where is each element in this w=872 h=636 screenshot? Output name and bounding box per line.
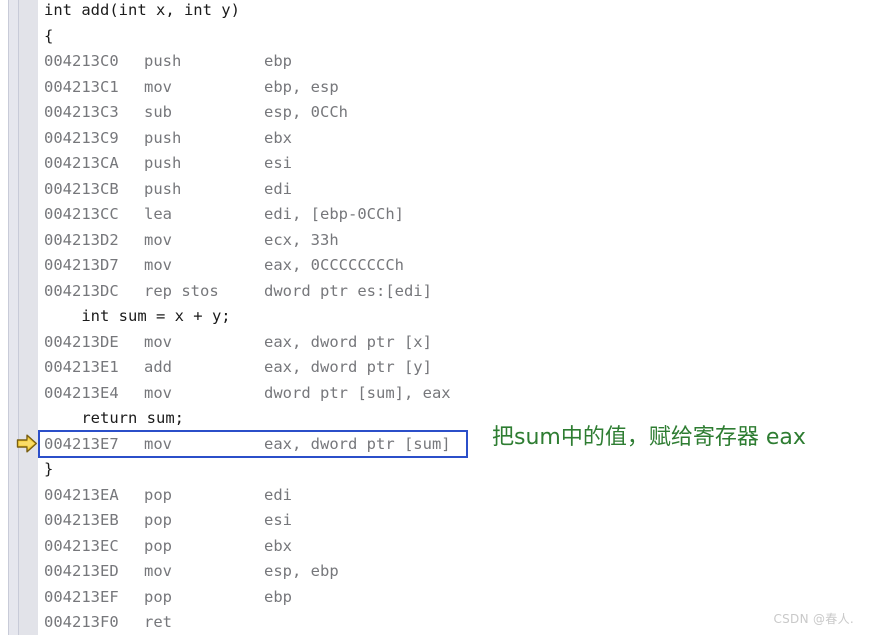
- source-line-text: {: [44, 26, 54, 45]
- assembly-line[interactable]: 004213ED mov esp, ebp: [38, 559, 872, 585]
- instruction-address: 004213EF: [44, 587, 119, 606]
- instruction-mnemonic: push: [144, 154, 182, 172]
- execution-pointer-arrow-icon: [16, 433, 38, 454]
- instruction-address: 004213CC: [44, 205, 119, 223]
- assembly-line[interactable]: 004213E1 add eax, dword ptr [y]: [38, 355, 872, 381]
- annotation-text: 把sum中的值，赋给寄存器 eax: [492, 425, 806, 450]
- instruction-address: 004213E7: [44, 434, 119, 453]
- instruction-mnemonic: push: [144, 179, 182, 198]
- instruction-mnemonic: push: [144, 52, 182, 70]
- instruction-address: 004213EB: [44, 511, 119, 529]
- assembly-line[interactable]: 004213CA push esi: [38, 151, 872, 177]
- instruction-mnemonic: mov: [144, 562, 172, 580]
- instruction-address: 004213CA: [44, 154, 119, 172]
- instruction-address: 004213D7: [44, 256, 119, 274]
- instruction-address: 004213C1: [44, 77, 119, 96]
- instruction-operands: ebx: [264, 536, 292, 555]
- assembly-line[interactable]: 004213C9 push ebx: [38, 126, 872, 152]
- instruction-mnemonic: rep stos: [144, 281, 219, 300]
- instruction-address: 004213ED: [44, 562, 119, 580]
- assembly-line[interactable]: 004213CC lea edi, [ebp-0CCh]: [38, 202, 872, 228]
- indicator-margin-strip[interactable]: [8, 0, 19, 635]
- instruction-mnemonic: mov: [144, 230, 172, 249]
- instruction-address: 004213EA: [44, 485, 119, 504]
- watermark-label: CSDN @春人.: [773, 612, 854, 626]
- instruction-mnemonic: mov: [144, 256, 172, 274]
- instruction-address: 004213F0: [44, 613, 119, 631]
- assembly-line[interactable]: 004213F0 ret: [38, 610, 872, 636]
- instruction-address: 004213EC: [44, 536, 119, 555]
- instruction-address: 004213C0: [44, 52, 119, 70]
- assembly-line[interactable]: 004213C1 mov ebp, esp: [38, 75, 872, 101]
- source-line-text: int sum = x + y;: [44, 307, 231, 325]
- source-line-text: return sum;: [44, 409, 184, 427]
- instruction-mnemonic: pop: [144, 536, 172, 555]
- assembly-line[interactable]: 004213D7 mov eax, 0CCCCCCCCh: [38, 253, 872, 279]
- assembly-line[interactable]: 004213C3 sub esp, 0CCh: [38, 100, 872, 126]
- instruction-operands: esi: [264, 154, 292, 172]
- instruction-mnemonic: pop: [144, 587, 172, 606]
- instruction-mnemonic: mov: [144, 383, 172, 402]
- instruction-mnemonic: mov: [144, 332, 172, 351]
- source-code-line[interactable]: {: [38, 24, 872, 50]
- instruction-mnemonic: pop: [144, 485, 172, 504]
- instruction-operands: esp, ebp: [264, 562, 339, 580]
- assembly-line[interactable]: 004213EB pop esi: [38, 508, 872, 534]
- assembly-line[interactable]: 004213CB push edi: [38, 177, 872, 203]
- instruction-operands: dword ptr es:[edi]: [264, 281, 432, 300]
- source-line-text: }: [44, 460, 54, 478]
- instruction-mnemonic: mov: [144, 434, 172, 453]
- instruction-address: 004213DE: [44, 332, 119, 351]
- instruction-mnemonic: push: [144, 128, 182, 147]
- instruction-operands: dword ptr [sum], eax: [264, 383, 451, 402]
- instruction-operands: edi: [264, 179, 292, 198]
- assembly-line[interactable]: 004213E4 mov dword ptr [sum], eax: [38, 381, 872, 407]
- assembly-line[interactable]: 004213EF pop ebp: [38, 585, 872, 611]
- instruction-operands: eax, dword ptr [x]: [264, 332, 432, 351]
- source-line-text: int add(int x, int y): [44, 1, 240, 19]
- instruction-operands: ebp: [264, 587, 292, 606]
- instruction-address: 004213C3: [44, 103, 119, 121]
- assembly-line[interactable]: 004213EA pop edi: [38, 483, 872, 509]
- instruction-operands: ecx, 33h: [264, 230, 339, 249]
- instruction-address: 004213CB: [44, 179, 119, 198]
- instruction-address: 004213DC: [44, 281, 119, 300]
- instruction-mnemonic: ret: [144, 613, 172, 631]
- assembly-line[interactable]: 004213DE mov eax, dword ptr [x]: [38, 330, 872, 356]
- source-code-line[interactable]: int add(int x, int y): [38, 0, 872, 24]
- instruction-mnemonic: pop: [144, 511, 172, 529]
- instruction-operands: eax, 0CCCCCCCCh: [264, 256, 404, 274]
- instruction-operands: eax, dword ptr [sum]: [264, 434, 451, 453]
- instruction-address: 004213C9: [44, 128, 119, 147]
- instruction-operands: ebp, esp: [264, 77, 339, 96]
- instruction-operands: eax, dword ptr [y]: [264, 358, 432, 376]
- instruction-operands: ebx: [264, 128, 292, 147]
- instruction-mnemonic: sub: [144, 103, 172, 121]
- instruction-mnemonic: lea: [144, 205, 172, 223]
- instruction-operands: edi: [264, 485, 292, 504]
- instruction-operands: esi: [264, 511, 292, 529]
- disassembly-line-list[interactable]: int add(int x, int y){004213C0 push ebp 004…: [38, 0, 872, 636]
- assembly-line[interactable]: 004213EC pop ebx: [38, 534, 872, 560]
- instruction-operands: edi, [ebp-0CCh]: [264, 205, 404, 223]
- source-code-line[interactable]: int sum = x + y;: [38, 304, 872, 330]
- instruction-mnemonic: add: [144, 358, 172, 376]
- assembly-line[interactable]: 004213C0 push ebp: [38, 49, 872, 75]
- instruction-operands: esp, 0CCh: [264, 103, 348, 121]
- assembly-line[interactable]: 004213D2 mov ecx, 33h: [38, 228, 872, 254]
- instruction-operands: ebp: [264, 52, 292, 70]
- breakpoint-glyph-gutter[interactable]: [19, 0, 38, 635]
- source-code-line[interactable]: }: [38, 457, 872, 483]
- left-white-margin: [0, 0, 8, 635]
- instruction-address: 004213E1: [44, 358, 119, 376]
- instruction-address: 004213E4: [44, 383, 119, 402]
- instruction-address: 004213D2: [44, 230, 119, 249]
- instruction-mnemonic: mov: [144, 77, 172, 96]
- assembly-line[interactable]: 004213DC rep stos dword ptr es:[edi]: [38, 279, 872, 305]
